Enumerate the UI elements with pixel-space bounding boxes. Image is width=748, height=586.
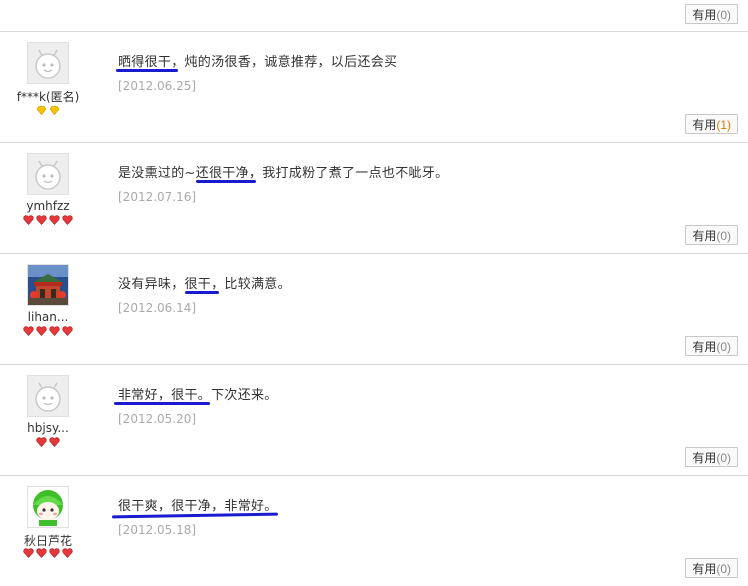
review-date: [2012.07.16] [118, 190, 197, 204]
red-heart-icon [23, 326, 34, 336]
user-level [0, 548, 96, 558]
red-heart-icon [36, 548, 47, 558]
red-heart-icon [36, 326, 47, 336]
username[interactable]: f***k(匿名) [0, 88, 96, 105]
handwritten-underline [185, 291, 219, 294]
handwritten-underline [114, 402, 210, 405]
review-date: [2012.05.20] [118, 412, 197, 426]
default-avatar-icon[interactable] [27, 375, 69, 417]
red-heart-icon [49, 326, 60, 336]
review-date: [2012.05.18] [118, 523, 197, 537]
handwritten-underline [196, 180, 256, 183]
user-level [0, 215, 96, 225]
user-level [0, 326, 96, 336]
user-level [0, 437, 96, 447]
default-avatar-icon[interactable] [27, 42, 69, 84]
red-heart-icon [36, 437, 47, 447]
useful-count: (0) [716, 562, 731, 576]
review-item: ymhfzz 是没熏过的~还很干净，我打成粉了煮了一点也不呲牙。 [2012.0… [0, 143, 748, 254]
useful-count: (0) [716, 451, 731, 465]
red-heart-icon [49, 548, 60, 558]
review-text: 没有异味，很干，比较满意。 [118, 277, 291, 292]
handwritten-underline [116, 69, 178, 72]
review-date: [2012.06.14] [118, 301, 197, 315]
useful-label: 有用 [692, 562, 717, 576]
useful-button[interactable]: 有用(0) [685, 4, 738, 24]
username[interactable]: hbjsy... [0, 421, 96, 435]
useful-label: 有用 [692, 229, 717, 243]
useful-count: (0) [716, 229, 731, 243]
red-heart-icon [23, 548, 34, 558]
review-text: 是没熏过的~还很干净，我打成粉了煮了一点也不呲牙。 [118, 166, 449, 181]
useful-label: 有用 [692, 340, 717, 354]
photo-avatar-icon[interactable] [27, 264, 69, 306]
review-text: 非常好，很干。下次还来。 [118, 388, 278, 403]
review-item: lihan... 没有异味，很干，比较满意。 [2012.06.14] 有用(0… [0, 254, 748, 365]
review-item: 秋日芦花 很干爽，很干净，非常好。 [2012.05.18] 有用(0) [0, 476, 748, 586]
review-text: 晒得很干，炖的汤很香，诚意推荐，以后还会买 [118, 55, 398, 70]
username[interactable]: ymhfzz [0, 199, 96, 213]
useful-count: (1) [716, 118, 731, 132]
red-heart-icon [62, 326, 73, 336]
username[interactable]: lihan... [0, 310, 96, 324]
useful-button[interactable]: 有用(0) [685, 336, 738, 356]
useful-count: (0) [716, 340, 731, 354]
review-item: f***k(匿名) 晒得很干，炖的汤很香，诚意推荐，以后还会买 [2012.06… [0, 32, 748, 143]
review-date: [2012.06.25] [118, 79, 197, 93]
gold-diamond-icon [49, 106, 60, 115]
useful-button[interactable]: 有用(0) [685, 558, 738, 578]
red-heart-icon [62, 548, 73, 558]
default-avatar-icon[interactable] [27, 153, 69, 195]
red-heart-icon [62, 215, 73, 225]
gold-diamond-icon [36, 106, 47, 115]
useful-count: (0) [716, 8, 731, 22]
useful-label: 有用 [692, 118, 717, 132]
useful-button[interactable]: 有用(0) [685, 225, 738, 245]
red-heart-icon [49, 215, 60, 225]
username[interactable]: 秋日芦花 [0, 532, 96, 549]
review-item: hbjsy... 非常好，很干。下次还来。 [2012.05.20] 有用(0) [0, 365, 748, 476]
review-text: 很干爽，很干净，非常好。 [118, 499, 278, 514]
red-heart-icon [49, 437, 60, 447]
useful-button[interactable]: 有用(1) [685, 114, 738, 134]
useful-label: 有用 [692, 8, 717, 22]
red-heart-icon [36, 215, 47, 225]
previous-review-footer: 有用(0) [0, 0, 748, 32]
user-level [0, 106, 96, 115]
green-avatar-icon[interactable] [27, 486, 69, 528]
useful-button[interactable]: 有用(0) [685, 447, 738, 467]
useful-label: 有用 [692, 451, 717, 465]
red-heart-icon [23, 215, 34, 225]
